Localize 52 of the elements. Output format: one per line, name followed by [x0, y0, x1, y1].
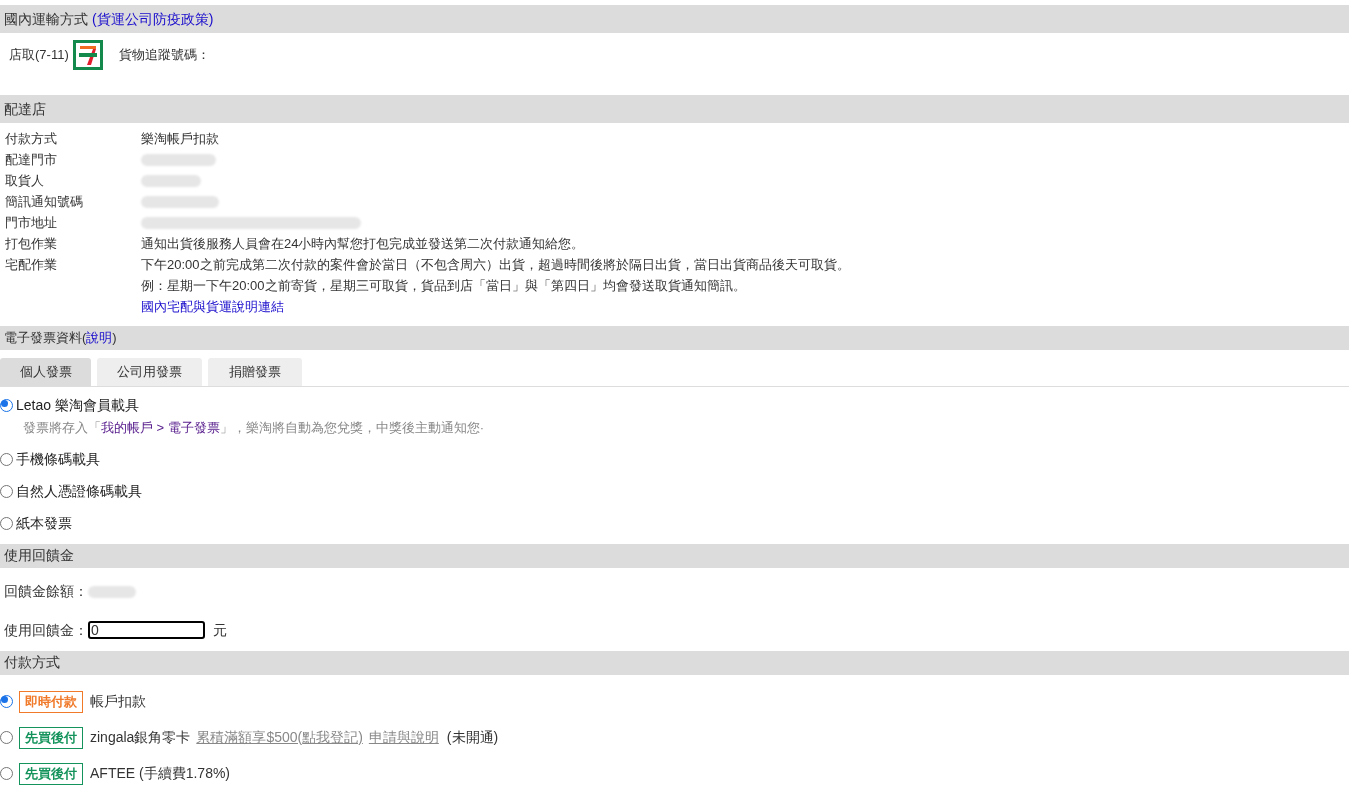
radio-button[interactable]: [0, 731, 13, 744]
payment-badge: 先買後付: [19, 762, 83, 785]
field-label: 付款方式: [4, 130, 58, 148]
field-label: 配達門市: [4, 151, 58, 169]
field-label: 取貨人: [4, 172, 45, 190]
section-title: 付款方式: [4, 653, 60, 672]
link[interactable]: 我的帳戶 > 電子發票: [101, 420, 220, 435]
link[interactable]: 累積滿額享$500(點我登記): [196, 727, 363, 748]
radio-button[interactable]: [0, 399, 13, 412]
link[interactable]: 國內宅配與貨運說明連結: [141, 296, 850, 317]
field-value: 下午20:00之前完成第二次付款的案件會於當日（不包含周六）出貨，超過時間後將於隔日出貨，當日出貨商品後天可取貨。: [141, 256, 850, 274]
input-field[interactable]: 0: [88, 621, 205, 639]
payment-badge: 即時付款: [19, 690, 83, 713]
section-title: 國內運輸方式: [4, 9, 88, 29]
tab[interactable]: 捐贈發票: [208, 358, 302, 386]
field-label: 打包作業: [4, 235, 58, 253]
link[interactable]: 申請與說明: [368, 727, 439, 748]
tracking-label: 貨物追蹤號碼：: [118, 46, 210, 64]
status-note: (未開通): [446, 728, 499, 747]
field-label: 宅配作業: [4, 256, 58, 274]
tab[interactable]: 個人發票: [0, 358, 91, 386]
section-title: 使用回饋金: [4, 546, 74, 565]
field-label: 回饋金餘額：: [4, 582, 88, 601]
option-label[interactable]: 紙本發票: [16, 512, 72, 534]
section-title: ): [112, 329, 117, 348]
section-title: 電子發票資料(: [4, 329, 87, 348]
field-label: 門市地址: [4, 214, 58, 232]
section-title: 配達店: [4, 99, 46, 119]
option-note: 發票將存入「我的帳戶 > 電子發票」，樂淘將自動為您兌獎，中獎後主動通知您·: [22, 419, 486, 437]
payment-label[interactable]: AFTEE (手續費1.78%): [90, 763, 231, 784]
option-label[interactable]: 自然人憑證條碼載具: [16, 480, 142, 502]
store-logo-icon: [72, 40, 103, 70]
field-value: 通知出貨後服務人員會在24小時內幫您打包完成並發送第二次付款通知給您。: [141, 235, 585, 253]
field-label: 使用回饋金：: [4, 620, 88, 640]
link[interactable]: (貨運公司防疫政策): [92, 8, 214, 30]
field-value: 例：星期一下午20:00之前寄貨，星期三可取貨，貨品到店「當日」與「第四日」均會發送取貨通知簡訊。: [141, 277, 747, 295]
radio-button[interactable]: [0, 484, 13, 498]
link[interactable]: 說明: [86, 328, 113, 348]
shipping-method: 店取(7-11): [9, 46, 69, 64]
tab[interactable]: 公司用發票: [97, 358, 202, 386]
field-label: 簡訊通知號碼: [4, 193, 84, 211]
radio-button[interactable]: [0, 695, 13, 708]
radio-button[interactable]: [0, 767, 13, 780]
option-label[interactable]: Letao 樂淘會員載具: [16, 395, 139, 416]
field-value: 樂淘帳戶扣款: [141, 130, 219, 148]
payment-label[interactable]: zingala銀角零卡: [90, 727, 191, 748]
unit-label: 元: [213, 620, 227, 640]
radio-button[interactable]: [0, 452, 13, 466]
option-label[interactable]: 手機條碼載具: [16, 448, 100, 470]
payment-label[interactable]: 帳戶扣款: [90, 691, 146, 712]
payment-badge: 先買後付: [19, 726, 83, 749]
radio-button[interactable]: [0, 516, 13, 530]
